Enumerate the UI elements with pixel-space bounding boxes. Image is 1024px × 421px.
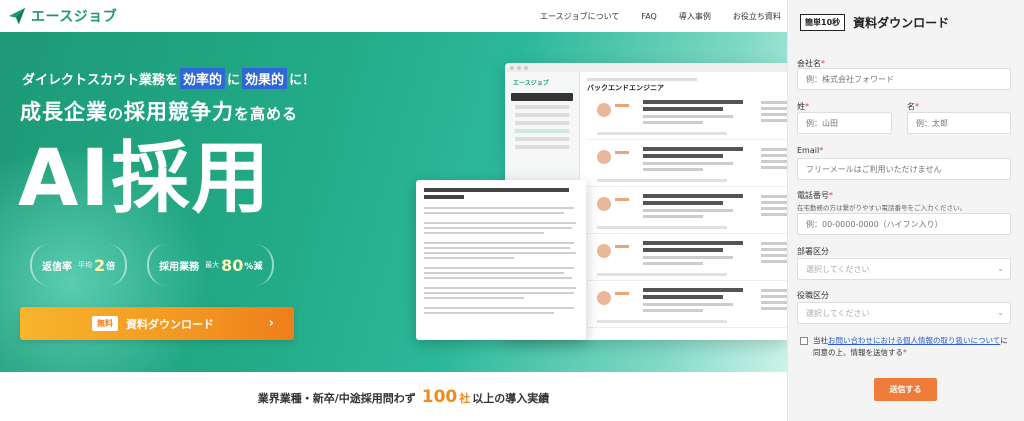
stat-badge-workload: 採用業務 最大 80 %減 [147, 244, 275, 286]
last-name-input[interactable] [797, 112, 892, 134]
tagline-text: ダイレクトスカウト業務を [22, 73, 179, 88]
email-input[interactable] [797, 158, 1011, 180]
privacy-policy-link[interactable]: お問い合わせにおける個人情報の取り扱いについて [828, 336, 1000, 345]
achievement-text: 業界業種・新卒/中途採用問わず 100 社 以上の導入実績 [258, 387, 550, 407]
mockup-main: バックエンドエンジニア [587, 72, 787, 340]
achievement-strip: 業界業種・新卒/中途採用問わず 100 社 以上の導入実績 [0, 372, 787, 421]
department-select[interactable]: 選択してください ⌄ [797, 258, 1011, 280]
main-nav: エースジョブについて FAQ 導入事例 お役立ち資料 [540, 0, 781, 32]
badge-label: 採用業務 [159, 261, 200, 273]
submit-button[interactable]: 送信する [874, 378, 937, 401]
hero-headline: 成長企業の採用競争力を高める [20, 96, 298, 126]
phone-label: 電話番号* [797, 191, 833, 200]
nav-link-faq[interactable]: FAQ [641, 12, 657, 21]
mockup-candidate-row [587, 281, 787, 328]
window-titlebar [505, 63, 787, 72]
tagline-text: に [227, 73, 241, 88]
paper-plane-logo-icon [8, 7, 26, 25]
headline-text: の [108, 105, 125, 123]
mockup-sidebar-item [515, 129, 569, 133]
mockup-sidebar-item [515, 145, 569, 149]
badge-sub: 最大 [205, 261, 220, 269]
mockup-candidate-row [587, 93, 787, 140]
phone-input[interactable] [797, 213, 1011, 235]
badge-unit: %減 [244, 261, 263, 272]
tagline-text: に！ [289, 73, 316, 88]
mockup-sidebar-item [515, 121, 569, 125]
email-label: Email* [797, 146, 824, 155]
achievement-pre: 業界業種・新卒/中途採用問わず [257, 391, 416, 405]
last-name-label: 姓* [797, 102, 809, 111]
form-header: 簡単10秒 資料ダウンロード [800, 14, 1024, 31]
nav-link-cases[interactable]: 導入事例 [679, 11, 711, 22]
tagline-highlight-effective: 効果的 [242, 68, 288, 89]
mockup-candidate-row [587, 140, 787, 187]
mockup-candidate-row [587, 187, 787, 234]
department-select-value: 選択してください [806, 264, 870, 274]
badge-unit: 倍 [106, 261, 116, 272]
headline-text: 採用競争力 [124, 100, 235, 124]
position-label: 役職区分 [797, 291, 829, 300]
hero-section: ダイレクトスカウト業務を 効率的 に 効果的 に！ 成長企業の採用競争力を高める… [0, 32, 787, 372]
mockup-message-title [424, 188, 569, 192]
badge-value: 2 [94, 255, 106, 275]
nav-link-about[interactable]: エースジョブについて [540, 11, 619, 22]
badge-value: 80 [221, 255, 244, 275]
consent-row: 当社お問い合わせにおける個人情報の取り扱いについてに同意の上、情報を送信する* [800, 335, 1015, 359]
mockup-logo: エースジョブ [513, 80, 549, 87]
quick-badge: 簡単10秒 [800, 14, 846, 31]
position-select-value: 選択してください [806, 308, 870, 318]
consent-checkbox[interactable] [800, 337, 808, 345]
achievement-number: 100 [421, 386, 458, 407]
mockup-sidebar-item [515, 113, 569, 117]
stat-badge-reply-rate: 返信率 平均 2 倍 [30, 244, 128, 286]
chevron-down-icon: ⌄ [997, 308, 1004, 317]
hero-tagline: ダイレクトスカウト業務を 効率的 に 効果的 に！ [22, 68, 315, 89]
mockup-sidebar-item [515, 137, 569, 141]
logo[interactable]: エースジョブ [8, 6, 117, 26]
cta-label: 資料ダウンロード [126, 317, 214, 331]
headline-text: 成長企業 [20, 100, 108, 124]
form-title: 資料ダウンロード [853, 16, 950, 30]
app-mockup-scout-message [416, 180, 586, 340]
chevron-right-icon: › [268, 316, 274, 331]
chevron-down-icon: ⌄ [997, 264, 1004, 273]
mockup-dropdown [511, 93, 573, 101]
badge-sub: 平均 [78, 261, 92, 269]
department-label: 部署区分 [797, 247, 829, 256]
badge-label: 返信率 [42, 261, 72, 273]
achievement-post: 以上の導入実績 [472, 391, 550, 405]
mockup-breadcrumb [587, 78, 697, 81]
hero-title: AI採用 [18, 134, 272, 224]
site-header: エースジョブ エースジョブについて FAQ 導入事例 お役立ち資料 [0, 0, 787, 32]
download-cta-button[interactable]: 無料 資料ダウンロード › [20, 307, 294, 340]
logo-text: エースジョブ [31, 9, 118, 25]
achievement-unit: 社 [459, 391, 471, 405]
first-name-label: 名* [907, 102, 919, 111]
mockup-message-title [424, 195, 464, 199]
position-select[interactable]: 選択してください ⌄ [797, 302, 1011, 324]
mockup-candidate-row [587, 234, 787, 281]
stat-badges: 返信率 平均 2 倍 採用業務 最大 80 %減 [30, 244, 275, 286]
nav-link-resources[interactable]: お役立ち資料 [733, 11, 781, 22]
headline-text: を高める [234, 105, 299, 123]
mockup-sidebar-item [515, 105, 569, 109]
consent-text: 当社お問い合わせにおける個人情報の取り扱いについてに同意の上、情報を送信する* [813, 336, 1008, 357]
tagline-highlight-efficient: 効率的 [180, 68, 226, 89]
first-name-input[interactable] [907, 112, 1011, 134]
phone-help: 在宅勤務の方は繋がりやすい電話番号をご入力ください。 [797, 204, 966, 212]
company-input[interactable] [797, 68, 1011, 90]
mockup-title: バックエンドエンジニア [587, 84, 664, 92]
free-badge: 無料 [92, 316, 118, 331]
